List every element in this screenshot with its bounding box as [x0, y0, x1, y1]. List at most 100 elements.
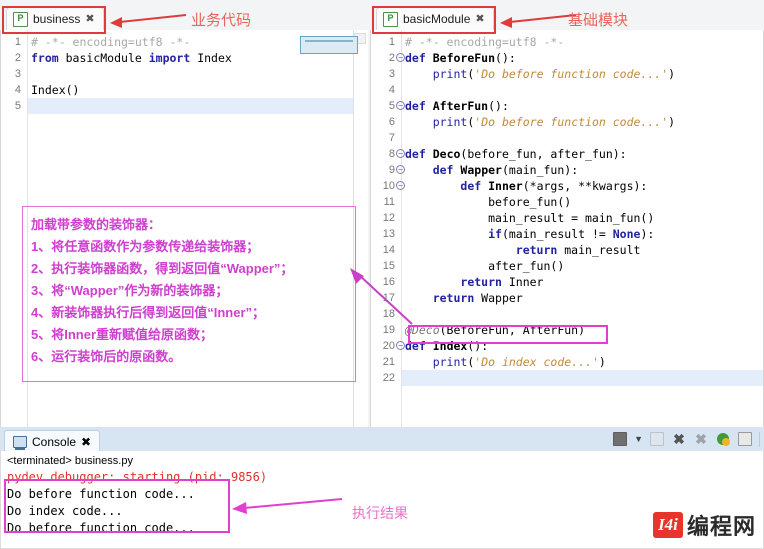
line-number: 1	[388, 36, 395, 48]
code-line: 4	[371, 82, 763, 98]
code-line: 3 print('Do before function code...')	[371, 66, 763, 82]
fold-toggle-icon[interactable]: −	[396, 165, 405, 174]
code-line: 10− def Inner(*args, **kwargs):	[371, 178, 763, 194]
chevron-down-icon[interactable]: ▼	[634, 434, 643, 444]
fold-toggle-icon[interactable]: −	[396, 101, 405, 110]
fold-toggle-icon[interactable]: −	[396, 149, 405, 158]
annotation-label-basicmodule: 基础模块	[568, 12, 629, 29]
console-view: Console ✖ ▼ ✖ ✖ <terminated> business.py…	[0, 427, 764, 549]
console-tab-label: Console	[32, 434, 77, 449]
code-line: 4 Index()	[1, 82, 367, 98]
fold-toggle-icon[interactable]: −	[396, 181, 405, 190]
line-number: 22	[382, 372, 395, 384]
line-number: 10	[382, 180, 395, 192]
line-number: 17	[382, 292, 395, 304]
console-output-area[interactable]: <terminated> business.py pydev debugger:…	[0, 451, 764, 549]
code-text: if(main_result != None):	[488, 227, 655, 241]
tab-console[interactable]: Console ✖	[4, 430, 101, 452]
python-file-icon	[13, 11, 28, 27]
console-output-line: Do before function code...	[7, 487, 195, 501]
terminate-icon[interactable]: ✖	[671, 431, 687, 447]
editor-tabrow-left: business ✖	[0, 0, 368, 30]
line-number: 3	[14, 68, 21, 80]
tab-label: business	[33, 12, 81, 26]
close-icon[interactable]: ✖	[475, 13, 484, 25]
display-selected-console-icon[interactable]	[612, 431, 628, 447]
code-line: 14 return main_result	[371, 242, 763, 258]
console-status-line: <terminated> business.py	[7, 455, 133, 467]
code-text: def AfterFun():	[405, 99, 509, 113]
code-text: def Deco(before_fun, after_fun):	[405, 147, 627, 161]
code-line: 15 after_fun()	[371, 258, 763, 274]
line-number: 6	[388, 116, 395, 128]
code-line: 5	[1, 98, 367, 114]
line-number: 9	[388, 164, 395, 176]
code-line: 19 @Deco(BeforeFun, AfterFun)	[371, 322, 763, 338]
note-line: 4、新装饰器执行后得到返回值“Inner”；	[31, 305, 266, 320]
console-toolbar: ▼ ✖ ✖	[612, 429, 760, 449]
line-number: 15	[382, 260, 395, 272]
tab-business[interactable]: business ✖	[6, 7, 104, 30]
code-text: def Index():	[405, 339, 489, 353]
line-number: 14	[382, 244, 395, 256]
editor-overview-highlight	[300, 36, 358, 54]
code-line: 13 if(main_result != None):	[371, 226, 763, 242]
line-number: 5	[14, 100, 21, 112]
note-line: 2、执行装饰器函数，得到返回值“Wapper”；	[31, 261, 294, 276]
code-line: 21 print('Do index code...')	[371, 354, 763, 370]
line-number: 18	[382, 308, 395, 320]
note-line: 3、将“Wapper”作为新的装饰器；	[31, 283, 229, 298]
code-text: return main_result	[515, 243, 641, 257]
code-lines-right: 1 # -*- encoding=utf8 -*- 2− def BeforeFun(…	[371, 34, 763, 386]
pin-console-icon[interactable]	[649, 431, 665, 447]
code-line: 8− def Deco(before_fun, after_fun):	[371, 146, 763, 162]
code-line: 1 # -*- encoding=utf8 -*-	[371, 34, 763, 50]
code-line: 12 main_result = main_fun()	[371, 210, 763, 226]
close-icon[interactable]: ✖	[81, 435, 91, 449]
line-number: 20	[382, 340, 395, 352]
python-file-icon	[383, 11, 398, 27]
close-icon[interactable]: ✖	[85, 13, 94, 25]
open-console-icon[interactable]	[715, 431, 731, 447]
tab-basicmodule[interactable]: basicModule ✖	[376, 7, 494, 30]
line-number: 8	[388, 148, 395, 160]
code-text: return Wapper	[432, 291, 523, 305]
line-number: 1	[14, 36, 21, 48]
current-line-highlight	[402, 370, 763, 386]
code-line: 6 print('Do before function code...')	[371, 114, 763, 130]
code-line: 17 return Wapper	[371, 290, 763, 306]
console-output-line: pydev debugger: starting (pid: 9856)	[7, 470, 268, 484]
editor-tabrow-right: basicModule ✖	[370, 0, 764, 30]
code-line: 11 before_fun()	[371, 194, 763, 210]
site-logo: I4i 编程网	[652, 509, 756, 541]
line-number: 2	[388, 52, 395, 64]
note-line: 6、运行装饰后的原函数。	[31, 349, 182, 364]
code-line: 22	[371, 370, 763, 386]
line-number: 7	[388, 132, 395, 144]
code-text: # -*- encoding=utf8 -*-	[405, 35, 565, 49]
new-console-view-icon[interactable]	[737, 431, 753, 447]
line-number: 5	[388, 100, 395, 112]
remove-all-terminated-icon[interactable]: ✖	[693, 431, 709, 447]
code-line: 7	[371, 130, 763, 146]
code-text: def BeforeFun():	[405, 51, 516, 65]
code-line: 9− def Wapper(main_fun):	[371, 162, 763, 178]
line-number: 2	[14, 52, 21, 64]
line-number: 4	[14, 84, 21, 96]
tab-label: basicModule	[403, 12, 471, 26]
code-text: return Inner	[460, 275, 544, 289]
annotation-label-console: 执行结果	[352, 505, 408, 521]
annotation-label-business: 业务代码	[191, 12, 252, 29]
code-line: 5− def AfterFun():	[371, 98, 763, 114]
line-number: 4	[388, 84, 395, 96]
code-text: print('Do index code...')	[432, 355, 606, 369]
annotation-note-box: 加载带参数的装饰器： 1、将任意函数作为参数传递给装饰器； 2、执行装饰器函数，得到…	[22, 206, 356, 382]
line-number: 12	[382, 212, 395, 224]
code-text: def Inner(*args, **kwargs):	[460, 179, 648, 193]
code-line: 16 return Inner	[371, 274, 763, 290]
line-number: 19	[382, 324, 395, 336]
code-text: print('Do before function code...')	[432, 115, 676, 129]
fold-toggle-icon[interactable]: −	[396, 53, 405, 62]
line-number: 16	[382, 276, 395, 288]
fold-toggle-icon[interactable]: −	[396, 341, 405, 350]
